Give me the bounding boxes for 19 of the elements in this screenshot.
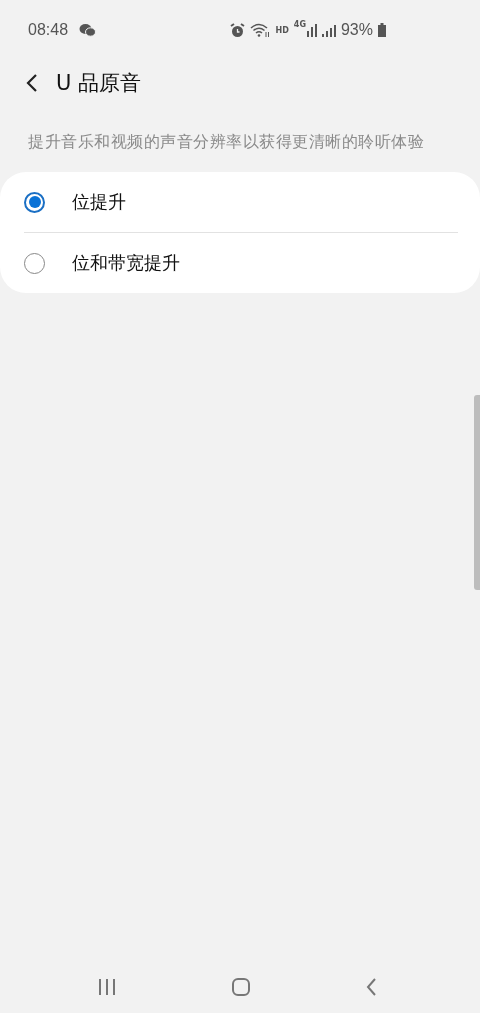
battery-percent: 93% [340,21,373,39]
battery-icon [378,23,386,37]
radio-button[interactable] [24,191,45,213]
signal-icon [306,23,317,37]
network-type: 4G [293,20,306,29]
network-label: HD [275,25,289,35]
description-text: 提升音乐和视频的声音分辨率以获得更清晰的聆听体验 [28,131,425,153]
wifi-icon [250,22,271,38]
back-button[interactable] [26,73,38,93]
home-icon[interactable] [232,978,250,996]
alarm-icon [230,22,246,38]
recent-apps-icon[interactable] [98,979,116,995]
back-icon[interactable] [366,978,376,996]
status-time: 08:48 [28,21,69,39]
chat-icon [79,23,97,37]
option-label[interactable]: 位和带宽提升 [72,251,180,275]
option-label[interactable]: 位提升 [72,190,126,214]
signal-icon [321,23,336,37]
page-title: U 品原音 [56,70,142,97]
